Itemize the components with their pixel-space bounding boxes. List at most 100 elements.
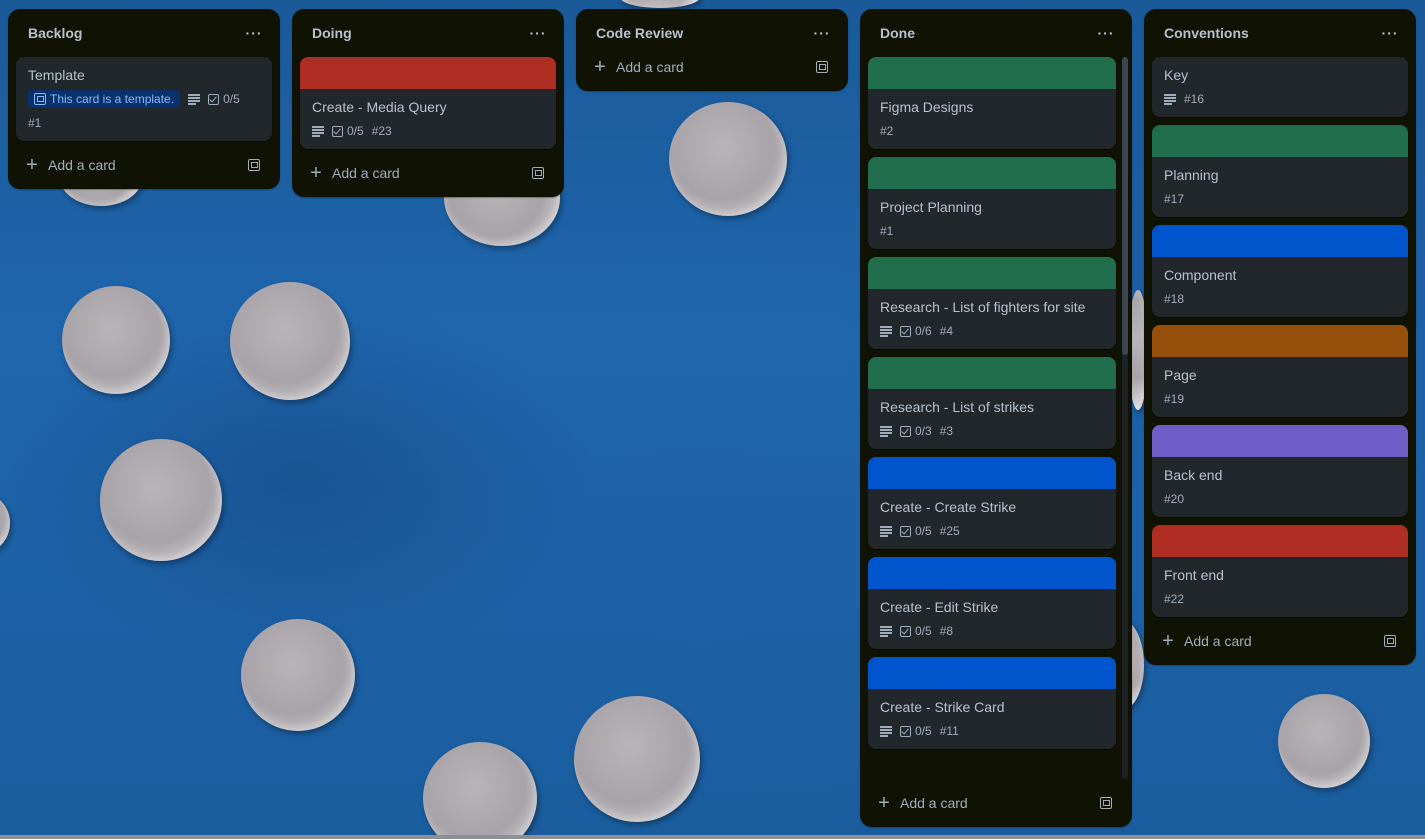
card-title: Research - List of fighters for site <box>880 299 1086 315</box>
card-badges: #18 <box>1164 289 1396 309</box>
card-cover <box>1152 325 1408 357</box>
bottom-scrollbar[interactable] <box>0 835 1425 839</box>
card-number: #17 <box>1164 192 1185 206</box>
checklist-badge: 0/5 <box>900 724 932 738</box>
card-number: #25 <box>939 524 960 538</box>
card[interactable]: Create - Strike Card 0/5 #11 <box>868 657 1116 749</box>
list-title[interactable]: Backlog <box>28 25 82 41</box>
create-from-template-icon[interactable] <box>248 159 260 171</box>
card-title: Back end <box>1164 467 1223 483</box>
checklist-count: 0/5 <box>915 524 932 538</box>
card-title: Template <box>28 67 85 83</box>
background-dot <box>100 439 222 561</box>
card[interactable]: Front end #22 <box>1152 525 1408 617</box>
card-cover <box>1152 525 1408 557</box>
card-number: #4 <box>939 324 954 338</box>
list-title[interactable]: Done <box>880 25 915 41</box>
card-cover <box>1152 225 1408 257</box>
card-number: #8 <box>939 624 954 638</box>
card-list: Figma Designs #2 Project Planning #1 Res… <box>868 57 1124 779</box>
card-cover <box>868 257 1116 289</box>
card[interactable]: Template This card is a template. 0/5 #1 <box>16 57 272 141</box>
list-menu-icon[interactable]: ··· <box>1092 19 1120 47</box>
background-dot <box>241 619 355 731</box>
plus-icon: + <box>878 792 890 814</box>
card-badges: #16 <box>1164 89 1396 109</box>
card-number: #22 <box>1164 592 1185 606</box>
background-dot <box>230 282 350 400</box>
card-badges: #1 <box>28 113 260 133</box>
card[interactable]: Create - Create Strike 0/5 #25 <box>868 457 1116 549</box>
checklist-icon <box>332 125 343 137</box>
card-number: #2 <box>880 124 894 138</box>
card[interactable]: Research - List of fighters for site 0/6… <box>868 257 1116 349</box>
create-from-template-icon[interactable] <box>1384 635 1396 647</box>
card-badges: 0/5 #23 <box>312 121 544 141</box>
template-label: This card is a template. <box>50 92 175 106</box>
add-card-button[interactable]: + Add a card <box>1160 631 1252 651</box>
background-dot <box>620 0 700 8</box>
add-card-button[interactable]: + Add a card <box>24 155 116 175</box>
background-dot <box>669 102 787 216</box>
card-number: #18 <box>1164 292 1185 306</box>
description-icon <box>880 626 892 637</box>
card[interactable]: Component #18 <box>1152 225 1408 317</box>
card-title: Research - List of strikes <box>880 399 1035 415</box>
list-header: Backlog ··· <box>16 9 272 57</box>
list-menu-icon[interactable]: ··· <box>1376 19 1404 47</box>
card[interactable]: Research - List of strikes 0/3 #3 <box>868 357 1116 449</box>
card-badges: 0/5 #25 <box>880 521 1104 541</box>
checklist-icon <box>900 625 911 637</box>
list-menu-icon[interactable]: ··· <box>808 19 836 47</box>
list-menu-icon[interactable]: ··· <box>524 19 552 47</box>
checklist-count: 0/5 <box>915 624 932 638</box>
description-icon <box>188 94 201 105</box>
background-dot <box>0 492 10 554</box>
card-badges: 0/5 #11 <box>880 721 1104 741</box>
checklist-badge: 0/5 <box>332 124 364 138</box>
card[interactable]: Create - Edit Strike 0/5 #8 <box>868 557 1116 649</box>
card[interactable]: Create - Media Query 0/5 #23 <box>300 57 556 149</box>
add-card-button[interactable]: + Add a card <box>592 57 684 77</box>
card-title: Create - Edit Strike <box>880 599 999 615</box>
create-from-template-icon[interactable] <box>1100 797 1112 809</box>
card[interactable]: Planning #17 <box>1152 125 1408 217</box>
card[interactable]: Back end #20 <box>1152 425 1408 517</box>
card-badges: #17 <box>1164 189 1396 209</box>
list-title[interactable]: Code Review <box>596 25 683 41</box>
list-scrollbar[interactable] <box>1122 57 1128 779</box>
list-menu-icon[interactable]: ··· <box>240 19 268 47</box>
card[interactable]: Page #19 <box>1152 325 1408 417</box>
list-title[interactable]: Conventions <box>1164 25 1249 41</box>
card-cover <box>300 57 556 89</box>
checklist-icon <box>900 525 911 537</box>
plus-icon: + <box>26 154 38 176</box>
card[interactable]: Figma Designs #2 <box>868 57 1116 149</box>
checklist-icon <box>208 93 220 105</box>
create-from-template-icon[interactable] <box>816 61 828 73</box>
checklist-badge: 0/6 <box>900 324 932 338</box>
card[interactable]: Key #16 <box>1152 57 1408 117</box>
card[interactable]: Project Planning #1 <box>868 157 1116 249</box>
plus-icon: + <box>1162 630 1174 652</box>
card-number: #23 <box>371 124 392 138</box>
add-card-row: + Add a card <box>584 51 840 83</box>
add-card-label: Add a card <box>332 165 400 181</box>
card-cover <box>868 657 1116 689</box>
add-card-row: + Add a card <box>300 157 556 189</box>
create-from-template-icon[interactable] <box>532 167 544 179</box>
add-card-button[interactable]: + Add a card <box>308 163 400 183</box>
background-dot <box>574 696 700 822</box>
card-cover <box>868 57 1116 89</box>
card-number: #1 <box>28 116 42 130</box>
card-number: #20 <box>1164 492 1185 506</box>
scrollbar-thumb[interactable] <box>1122 57 1128 355</box>
list-title[interactable]: Doing <box>312 25 352 41</box>
add-card-button[interactable]: + Add a card <box>876 793 968 813</box>
checklist-icon <box>900 725 911 737</box>
card-number: #3 <box>939 424 954 438</box>
checklist-count: 0/5 <box>347 124 364 138</box>
card-title: Create - Strike Card <box>880 699 1005 715</box>
checklist-count: 0/6 <box>915 324 932 338</box>
description-icon <box>1164 94 1176 105</box>
